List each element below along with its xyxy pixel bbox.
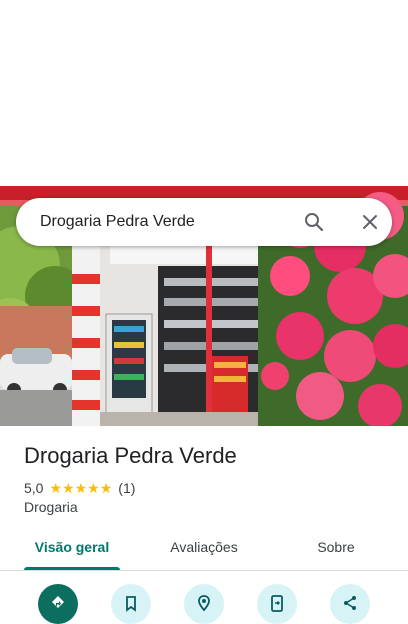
tab-overview[interactable]: Visão geral xyxy=(24,528,120,570)
share-icon xyxy=(344,596,356,610)
tab-reviews[interactable]: Avaliações xyxy=(156,528,252,570)
nearby-button[interactable] xyxy=(184,584,224,624)
tab-bar: Visão geral Avaliações Sobre xyxy=(0,528,408,571)
star-icon: ★ xyxy=(87,480,100,496)
star-rating: ★ ★ ★ ★ ★ xyxy=(49,481,112,495)
save-button[interactable] xyxy=(111,584,151,624)
tab-label: Avaliações xyxy=(170,539,238,555)
rating-value: 5,0 xyxy=(24,480,44,496)
tab-label: Visão geral xyxy=(34,539,110,555)
search-icon[interactable] xyxy=(302,210,326,234)
tab-label: Sobre xyxy=(317,539,355,555)
place-title: Drogaria Pedra Verde xyxy=(24,443,237,468)
share-button[interactable] xyxy=(330,584,370,624)
bookmark-icon xyxy=(126,596,136,612)
close-icon[interactable] xyxy=(358,210,382,234)
send-to-phone-button[interactable] xyxy=(257,584,297,624)
directions-button[interactable] xyxy=(38,584,78,624)
place-category[interactable]: Drogaria xyxy=(24,499,78,515)
search-input[interactable]: Drogaria Pedra Verde xyxy=(40,198,195,246)
star-icon: ★ xyxy=(49,480,63,496)
star-icon: ★ xyxy=(62,480,75,496)
rating-row[interactable]: 5,0 ★ ★ ★ ★ ★ (1) xyxy=(24,479,135,497)
star-icon: ★ xyxy=(99,480,113,496)
review-count[interactable]: (1) xyxy=(118,480,135,496)
search-bar[interactable]: Drogaria Pedra Verde xyxy=(16,198,392,246)
send-to-phone-icon xyxy=(271,595,283,612)
active-tab-indicator xyxy=(24,567,120,570)
action-row xyxy=(0,584,408,624)
directions-icon xyxy=(52,596,64,608)
nearby-icon xyxy=(198,595,210,612)
star-icon: ★ xyxy=(74,480,88,496)
tab-about[interactable]: Sobre xyxy=(288,528,384,570)
